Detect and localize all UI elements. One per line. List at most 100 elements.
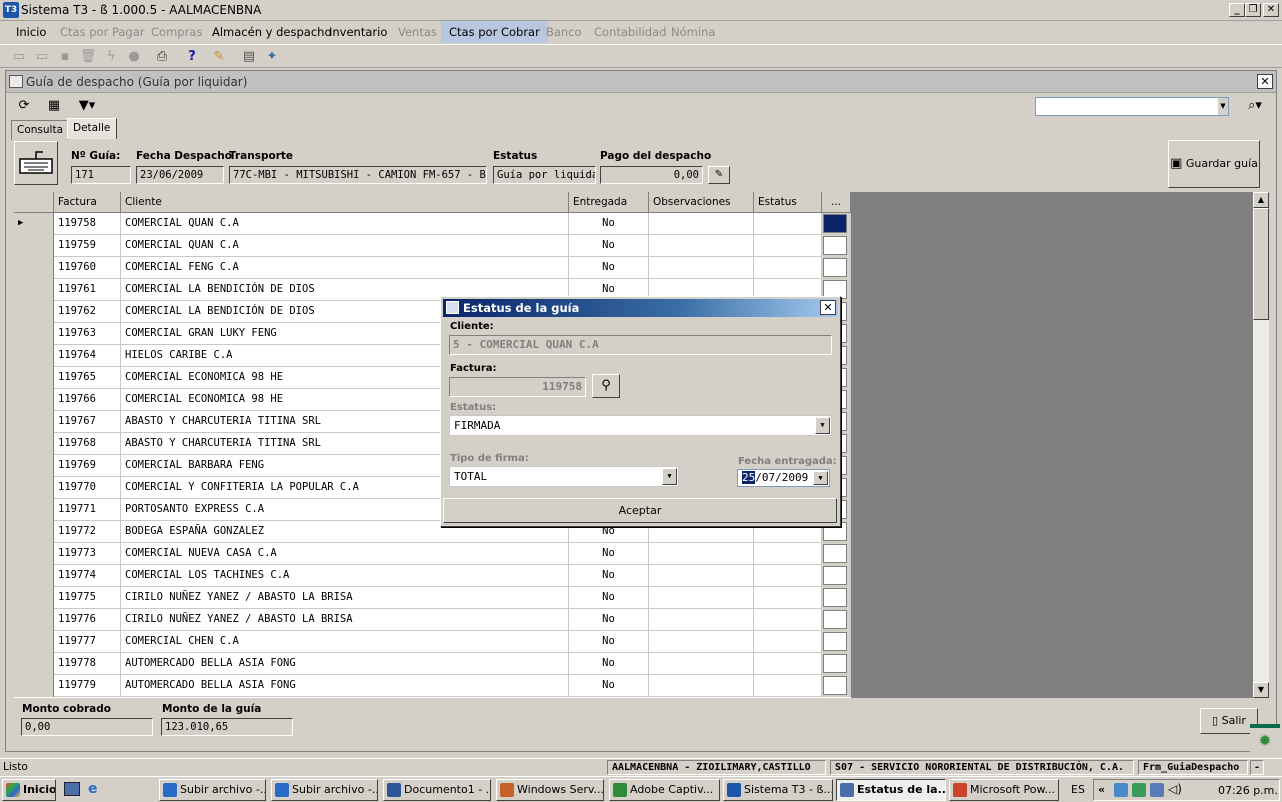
- menu-item[interactable]: Ctas por Pagar: [52, 21, 153, 43]
- table-row[interactable]: 119760 COMERCIAL FENG C.A No: [14, 257, 851, 279]
- factura-cell[interactable]: 119758: [54, 213, 121, 235]
- entregada-cell[interactable]: No: [569, 587, 649, 609]
- row-header[interactable]: [14, 587, 54, 609]
- tipo-firma-select[interactable]: TOTAL ▼: [449, 466, 679, 487]
- cliente-cell[interactable]: COMERCIAL FENG C.A: [121, 257, 569, 279]
- aceptar-button[interactable]: Aceptar: [443, 498, 837, 523]
- fecha-despacho-field[interactable]: 23/06/2009: [136, 166, 224, 184]
- guia-field[interactable]: 171: [71, 166, 131, 184]
- grid-column-header[interactable]: Entregada: [569, 192, 649, 213]
- minimize-button[interactable]: _: [1229, 3, 1245, 17]
- fecha-entregada-picker[interactable]: 25/07/2009 ▼: [737, 469, 830, 487]
- entregada-cell[interactable]: No: [569, 675, 649, 697]
- observaciones-cell[interactable]: [649, 609, 754, 631]
- factura-cell[interactable]: 119764: [54, 345, 121, 367]
- grid-column-header[interactable]: Factura: [54, 192, 121, 213]
- keyboard-icon[interactable]: [14, 141, 58, 185]
- table-row[interactable]: ▶ 119758 COMERCIAL QUAN C.A No: [14, 213, 851, 235]
- row-header[interactable]: [14, 521, 54, 543]
- action-cell[interactable]: [822, 257, 851, 279]
- current-row-indicator-icon[interactable]: ▶: [14, 213, 54, 235]
- table-row[interactable]: 119778 AUTOMERCADO BELLA ASIA FONG No: [14, 653, 851, 675]
- action-cell[interactable]: [822, 543, 851, 565]
- cliente-cell[interactable]: AUTOMERCADO BELLA ASIA FONG: [121, 675, 569, 697]
- tab-detalle[interactable]: Detalle: [67, 118, 117, 139]
- row-header[interactable]: [14, 279, 54, 301]
- action-cell[interactable]: [822, 587, 851, 609]
- cliente-cell[interactable]: COMERCIAL QUAN C.A: [121, 213, 569, 235]
- factura-cell[interactable]: 119779: [54, 675, 121, 697]
- print-icon[interactable]: ⎙: [153, 48, 171, 66]
- grid-column-header[interactable]: Observaciones: [649, 192, 754, 213]
- action-cell[interactable]: [822, 631, 851, 653]
- row-header[interactable]: [14, 235, 54, 257]
- entregada-cell[interactable]: No: [569, 565, 649, 587]
- monto-guia-field[interactable]: 123.010,65: [161, 718, 293, 736]
- cliente-cell[interactable]: CIRILO NUÑEZ YANEZ / ABASTO LA BRISA: [121, 587, 569, 609]
- entregada-cell[interactable]: No: [569, 543, 649, 565]
- estatus-cell[interactable]: [754, 565, 822, 587]
- estatus-field[interactable]: Guía por liquidar: [493, 166, 596, 184]
- row-action-button[interactable]: [823, 214, 847, 233]
- row-header[interactable]: [14, 565, 54, 587]
- row-action-button[interactable]: [823, 236, 847, 255]
- delete-icon[interactable]: 🗑: [79, 48, 97, 66]
- cliente-cell[interactable]: COMERCIAL CHEN C.A: [121, 631, 569, 653]
- volume-icon[interactable]: ◁): [1168, 782, 1182, 796]
- row-header[interactable]: [14, 323, 54, 345]
- entregada-cell[interactable]: No: [569, 257, 649, 279]
- row-header[interactable]: [14, 499, 54, 521]
- menu-item[interactable]: Banco: [538, 21, 590, 43]
- binoculars-search-button[interactable]: ⚲: [592, 374, 620, 398]
- factura-cell[interactable]: 119761: [54, 279, 121, 301]
- factura-cell[interactable]: 119778: [54, 653, 121, 675]
- row-header[interactable]: [14, 675, 54, 697]
- menu-item[interactable]: Contabilidad: [586, 21, 674, 43]
- form-close-button[interactable]: ✕: [1257, 74, 1273, 89]
- edit-pago-button[interactable]: ✎: [708, 166, 730, 184]
- menu-item[interactable]: Compras: [143, 21, 210, 43]
- row-action-button[interactable]: [823, 610, 847, 629]
- factura-field[interactable]: 119758: [449, 377, 586, 397]
- guardar-guia-button[interactable]: ▣ Guardar guía: [1168, 140, 1260, 188]
- clock[interactable]: 07:26 p.m.: [1218, 784, 1278, 797]
- table-row[interactable]: 119776 CIRILO NUÑEZ YANEZ / ABASTO LA BRI…: [14, 609, 851, 631]
- observaciones-cell[interactable]: [649, 235, 754, 257]
- entregada-cell[interactable]: No: [569, 235, 649, 257]
- factura-cell[interactable]: 119763: [54, 323, 121, 345]
- row-header[interactable]: [14, 653, 54, 675]
- close-button[interactable]: ✕: [1263, 3, 1279, 17]
- menu-item[interactable]: Nómina: [663, 21, 723, 43]
- row-action-button[interactable]: [823, 588, 847, 607]
- row-header[interactable]: [14, 609, 54, 631]
- search-dropdown-icon[interactable]: ▼: [1218, 98, 1228, 115]
- scroll-up-icon[interactable]: ▲: [1253, 192, 1269, 208]
- entregada-cell[interactable]: No: [569, 213, 649, 235]
- observaciones-cell[interactable]: [649, 587, 754, 609]
- security-icon[interactable]: [1132, 783, 1146, 797]
- observaciones-cell[interactable]: [649, 675, 754, 697]
- factura-cell[interactable]: 119773: [54, 543, 121, 565]
- taskbar-button[interactable]: Estatus de la...: [836, 779, 946, 801]
- factura-cell[interactable]: 119775: [54, 587, 121, 609]
- estatus-cell[interactable]: [754, 653, 822, 675]
- show-desktop-icon[interactable]: [64, 782, 80, 796]
- entregada-cell[interactable]: No: [569, 631, 649, 653]
- grid-column-header[interactable]: Estatus: [754, 192, 822, 213]
- entregada-cell[interactable]: No: [569, 609, 649, 631]
- taskbar-button[interactable]: Microsoft Pow...: [949, 779, 1059, 801]
- table-row[interactable]: 119774 COMERCIAL LOS TACHINES C.A No: [14, 565, 851, 587]
- grid-column-header[interactable]: Cliente: [121, 192, 569, 213]
- tab-consulta[interactable]: Consulta: [11, 120, 68, 140]
- action-cell[interactable]: [822, 609, 851, 631]
- scroll-thumb[interactable]: [1253, 208, 1269, 320]
- clean-icon[interactable]: ✎: [210, 48, 228, 66]
- factura-cell[interactable]: 119774: [54, 565, 121, 587]
- factura-cell[interactable]: 119762: [54, 301, 121, 323]
- record-icon[interactable]: ●: [125, 48, 143, 66]
- filter-icon[interactable]: ▼▾: [72, 97, 102, 115]
- menu-item[interactable]: Almacén y despacho: [204, 21, 339, 43]
- estatus-cell[interactable]: [754, 543, 822, 565]
- observaciones-cell[interactable]: [649, 257, 754, 279]
- table-row[interactable]: 119779 AUTOMERCADO BELLA ASIA FONG No: [14, 675, 851, 697]
